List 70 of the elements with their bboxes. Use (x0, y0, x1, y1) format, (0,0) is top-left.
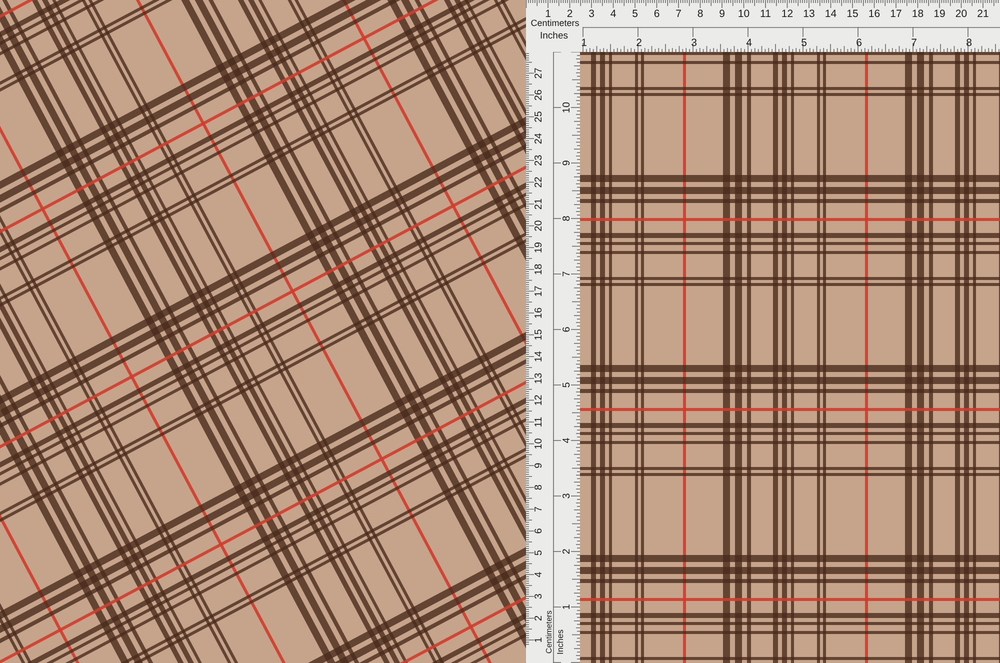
centimeter-number: 10 (534, 438, 544, 450)
centimeter-number: 3 (588, 8, 594, 20)
centimeter-number: 20 (534, 220, 544, 232)
centimeter-number: 6 (654, 8, 660, 20)
centimeter-number: 2 (534, 615, 544, 621)
inch-number: 8 (562, 216, 572, 222)
centimeter-number: 1 (545, 8, 551, 20)
centimeter-number: 8 (534, 484, 544, 490)
inch-number: 8 (966, 37, 972, 49)
centimeter-number: 18 (912, 8, 924, 20)
centimeter-number: 19 (534, 242, 544, 254)
centimeter-number: 18 (534, 264, 544, 275)
centimeter-number: 10 (738, 8, 750, 20)
centimeter-number: 17 (890, 8, 902, 20)
inches-label: Inches (540, 30, 568, 42)
centimeter-number: 1 (534, 637, 544, 643)
inch-number: 7 (562, 271, 572, 277)
centimeter-number: 21 (534, 198, 544, 210)
centimeter-number: 3 (534, 594, 544, 600)
centimeter-number: 6 (534, 528, 544, 534)
centimeter-number: 20 (955, 8, 968, 20)
centimeter-number: 23 (534, 154, 544, 166)
centimeter-number: 8 (697, 8, 704, 20)
centimeter-number: 13 (534, 372, 544, 384)
centimeter-number: 2 (566, 8, 573, 20)
centimeter-number: 19 (934, 8, 946, 20)
centimeter-number: 5 (632, 8, 638, 20)
centimeter-number: 25 (534, 111, 544, 122)
centimeter-number: 9 (719, 8, 725, 20)
centimeter-number: 21 (977, 8, 989, 20)
inch-number: 2 (636, 37, 642, 49)
inch-number: 6 (856, 37, 862, 49)
centimeter-number: 26 (534, 89, 544, 101)
inch-number: 2 (562, 548, 572, 554)
centimeter-number: 7 (534, 506, 544, 512)
centimeter-number: 17 (534, 286, 544, 297)
centimeter-number: 4 (610, 8, 616, 20)
centimeter-number: 7 (676, 8, 682, 20)
inch-number: 10 (562, 102, 572, 114)
inch-number: 4 (562, 438, 572, 444)
centimeter-number: 11 (760, 8, 771, 20)
centimeter-number: 27 (534, 68, 544, 79)
inch-number: 5 (801, 37, 807, 49)
inch-number: 4 (746, 37, 752, 49)
centimeter-number: 12 (534, 394, 544, 406)
centimeter-number: 22 (534, 176, 544, 188)
inch-number: 6 (562, 326, 572, 332)
centimeter-number: 14 (824, 8, 837, 20)
inch-number: 7 (911, 37, 917, 49)
inch-number: 9 (562, 160, 572, 166)
centimeter-number: 16 (868, 8, 880, 20)
centimeter-number: 15 (534, 329, 544, 340)
centimeter-number: 13 (803, 8, 815, 20)
inch-number: 1 (562, 604, 572, 610)
centimeter-number: 14 (534, 351, 544, 362)
centimeter-number: 24 (534, 133, 544, 144)
inch-number: 3 (562, 493, 572, 499)
centimeter-number: 15 (846, 8, 858, 20)
centimeters-label: Centimeters (530, 18, 580, 28)
centimeters-label: Centimeters (544, 610, 554, 654)
inch-number: 1 (581, 37, 587, 49)
centimeter-number: 12 (781, 8, 794, 20)
inch-number: 3 (691, 37, 697, 49)
centimeter-number: 5 (534, 550, 544, 556)
inch-number: 5 (562, 382, 572, 388)
centimeter-number: 16 (534, 307, 544, 319)
inches-label: Inches (555, 629, 565, 655)
centimeter-number: 11 (534, 416, 544, 428)
centimeter-number: 4 (534, 572, 544, 578)
centimeter-number: 9 (534, 462, 544, 468)
